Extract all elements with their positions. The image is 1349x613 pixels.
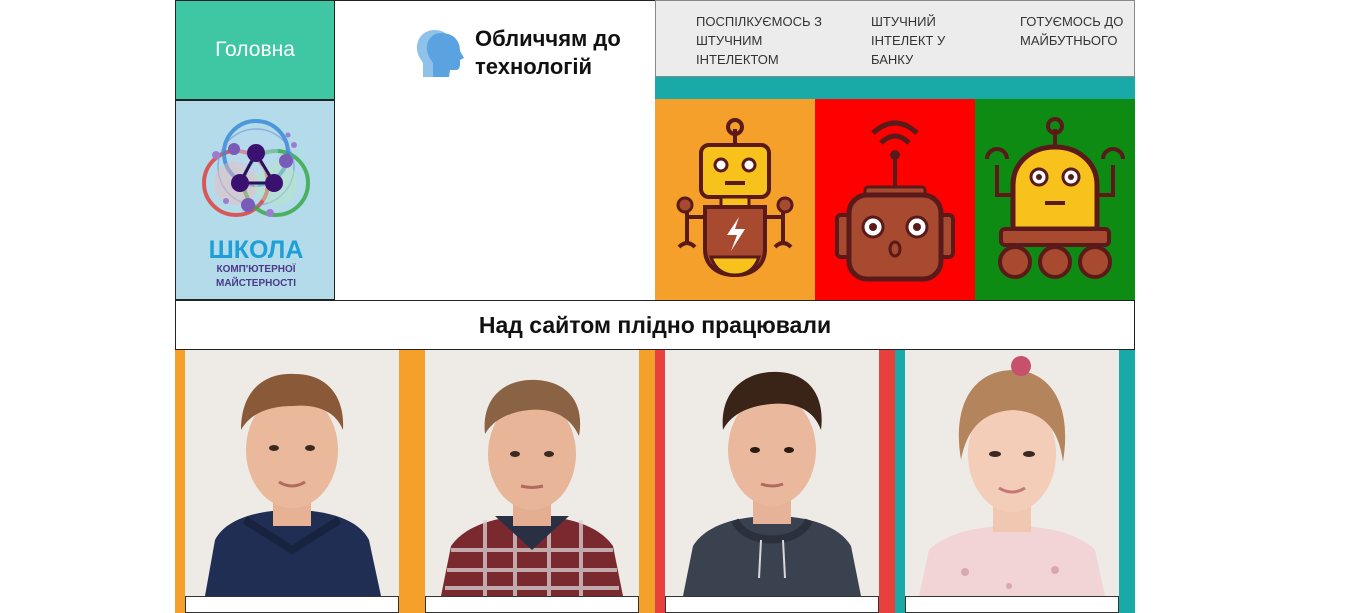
head-profile-icon	[416, 30, 464, 77]
member-caption-3	[665, 596, 879, 613]
brand-title: Обличчям до технологій	[475, 26, 621, 79]
team-member-1	[175, 350, 415, 613]
logo-line3: МАЙСТЕРНОСТІ	[216, 276, 296, 289]
team-heading: Над сайтом плідно працювали	[175, 300, 1135, 350]
logo-line2: КОМП'ЮТЕРНОЇ	[216, 262, 295, 275]
member-caption-2	[425, 596, 639, 613]
member-caption-1	[185, 596, 399, 613]
member-photo-2[interactable]	[425, 350, 639, 596]
school-logo[interactable]: ШКОЛА КОМП'ЮТЕРНОЇ МАЙСТЕРНОСТІ	[175, 100, 335, 300]
school-logo-emblem: ШКОЛА КОМП'ЮТЕРНОЇ МАЙСТЕРНОСТІ	[202, 119, 310, 289]
logo-line1: ШКОЛА	[209, 236, 304, 264]
brand-area: Обличчям до технологій	[335, 0, 655, 300]
team-member-2	[415, 350, 655, 613]
tile-robot-1[interactable]	[655, 99, 815, 300]
home-link[interactable]: Головна	[175, 0, 335, 100]
nav-item-future[interactable]: ГОТУЄМОСЬ ДО МАЙБУТНЬОГО	[1020, 12, 1130, 50]
nav-item-ai-bank[interactable]: ШТУЧНИЙ ІНТЕЛЕКТ У БАНКУ	[871, 12, 951, 69]
member-photo-4[interactable]	[905, 350, 1119, 596]
team-member-4	[895, 350, 1135, 613]
member-photo-3[interactable]	[665, 350, 879, 596]
robot-wheels-icon	[985, 117, 1125, 279]
nav-item-chat-ai[interactable]: ПОСПІЛКУЄМОСЬ З ШТУЧНИМ ІНТЕЛЕКТОМ	[696, 12, 826, 69]
page-frame: Головна Обличчям до технологій ПОСПІЛКУЄ…	[175, 0, 1135, 613]
member-photo-1[interactable]	[185, 350, 399, 596]
team-member-3	[655, 350, 895, 613]
robot-lightning-icon	[676, 118, 794, 278]
tile-robot-2[interactable]	[815, 99, 975, 300]
member-caption-4	[905, 596, 1119, 613]
top-nav: ПОСПІЛКУЄМОСЬ З ШТУЧНИМ ІНТЕЛЕКТОМ ШТУЧН…	[655, 0, 1135, 77]
robot-antenna-icon	[835, 120, 955, 282]
nav-accent-strip	[655, 77, 1135, 99]
tile-robot-3[interactable]	[975, 99, 1135, 300]
